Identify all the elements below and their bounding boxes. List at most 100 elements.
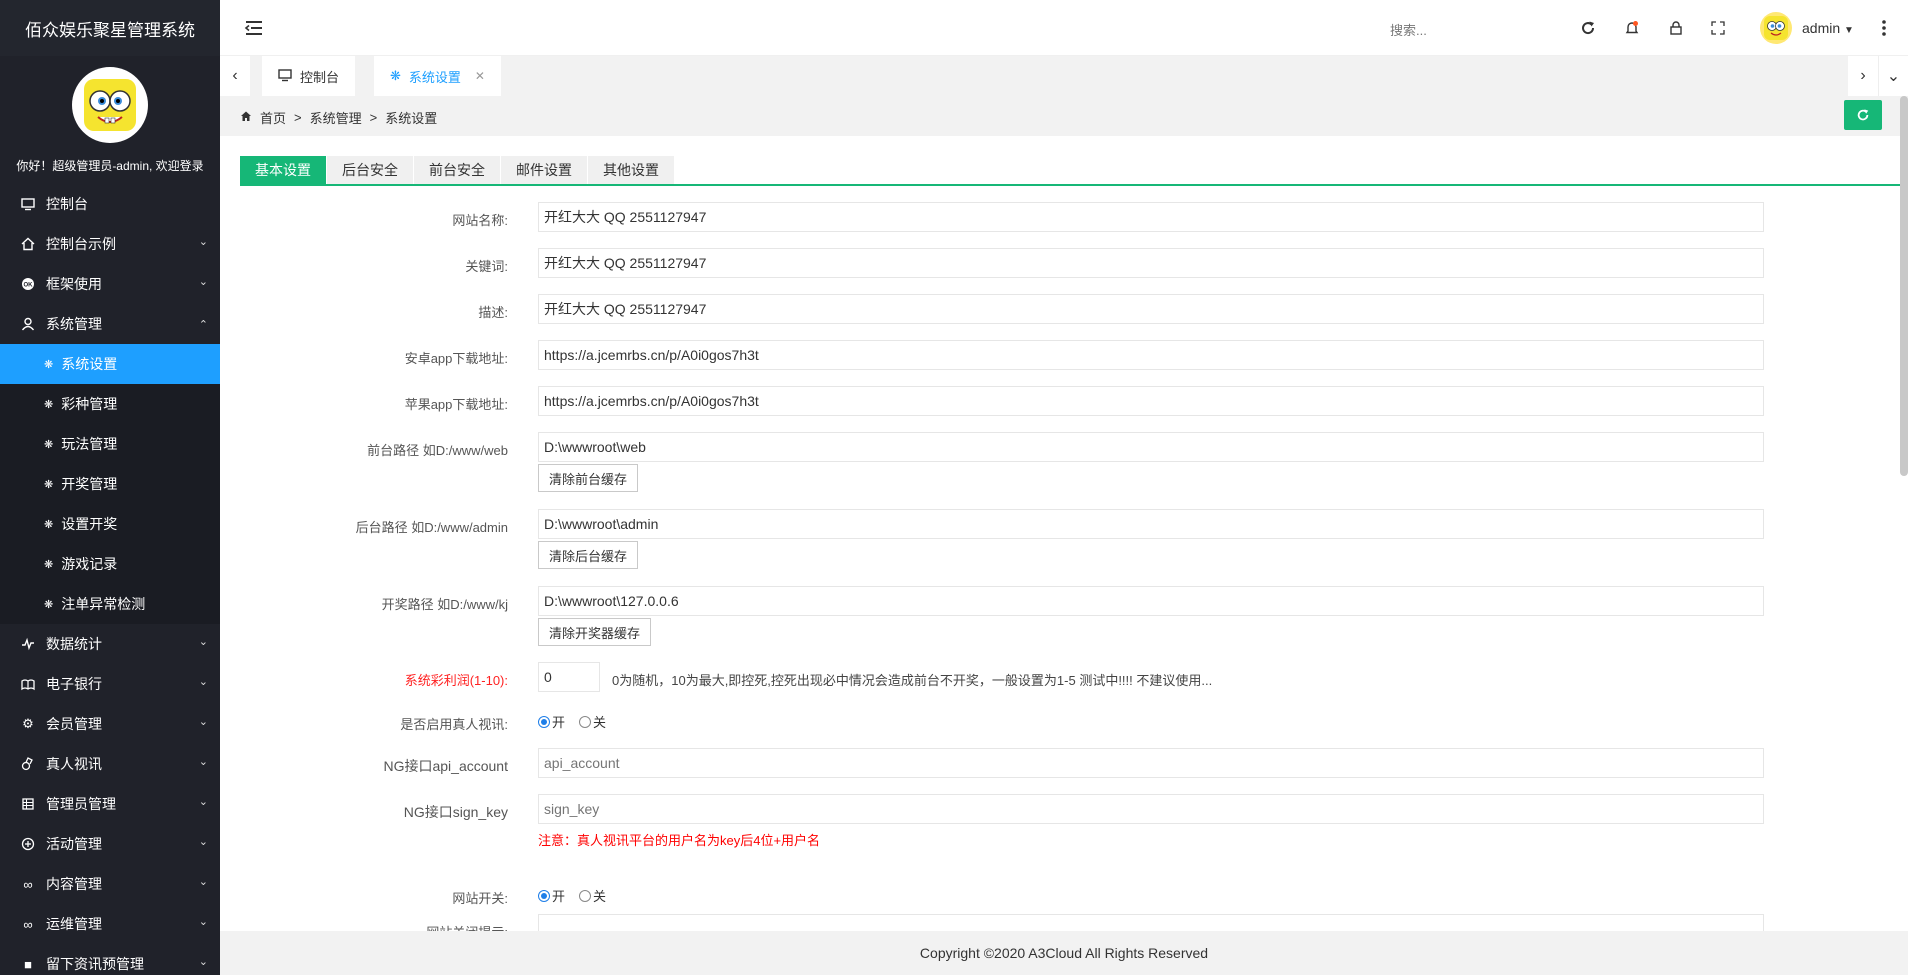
user-panel: 你好！超级管理员-admin, 欢迎登录: [0, 56, 220, 184]
chevron-down-icon: ⌄: [198, 636, 208, 648]
link-icon: ∞: [23, 876, 33, 892]
sidebar-item-content[interactable]: ∞ 内容管理 ⌄: [0, 864, 220, 904]
site-name-field[interactable]: [538, 202, 1764, 232]
close-notice-label: 网站关闭提示:: [240, 922, 508, 931]
android-url-label: 安卓app下载地址:: [404, 351, 508, 366]
avatar[interactable]: [72, 67, 148, 143]
description-field[interactable]: [538, 294, 1764, 324]
box-icon: ■: [24, 956, 32, 972]
live-video-label: 是否启用真人视讯:: [400, 717, 508, 732]
breadcrumb-home[interactable]: 首页: [260, 108, 286, 127]
sidebar-subitem-game-records[interactable]: ❋ 游戏记录: [0, 544, 220, 584]
ng-sign-label: NG接口sign_key: [403, 804, 508, 820]
sidebar-item-dashboard-examples[interactable]: 控制台示例 ⌄: [0, 224, 220, 264]
chevron-left-icon[interactable]: ‹: [220, 56, 250, 96]
live-video-off-radio[interactable]: 关: [579, 712, 606, 731]
more-vertical-icon[interactable]: [1874, 18, 1894, 38]
refresh-icon[interactable]: [1578, 18, 1598, 38]
front-path-label: 前台路径 如D:/www/web: [367, 443, 508, 458]
sidebar-subitem-bet-anomaly[interactable]: ❋ 注单异常检测: [0, 584, 220, 624]
chevron-right-icon[interactable]: ›: [1848, 56, 1878, 96]
sidebar-item-ebank[interactable]: 电子银行 ⌄: [0, 664, 220, 704]
sidebar-item-more[interactable]: ■ 留下资讯预管理 ⌄: [0, 944, 220, 975]
fullscreen-icon[interactable]: [1708, 18, 1728, 38]
sidebar-subitem-play-methods[interactable]: ❋ 玩法管理: [0, 424, 220, 464]
site-switch-off-radio[interactable]: 关: [579, 886, 606, 905]
caret-down-icon: ▼: [1844, 25, 1854, 36]
android-url-field[interactable]: [538, 340, 1764, 370]
profit-field[interactable]: 0: [538, 662, 600, 692]
chevron-down-icon: ⌄: [198, 836, 208, 848]
ios-url-field[interactable]: [538, 386, 1764, 416]
refresh-button[interactable]: [1844, 100, 1882, 130]
close-icon[interactable]: ✕: [475, 69, 485, 83]
chevron-down-icon: ⌄: [198, 676, 208, 688]
tab-dashboard[interactable]: 控制台: [262, 56, 356, 96]
tab-mail-settings[interactable]: 邮件设置: [501, 156, 587, 184]
sidebar-item-admins[interactable]: 管理员管理 ⌄: [0, 784, 220, 824]
sidebar-subitem-draw-management[interactable]: ❋ 开奖管理: [0, 464, 220, 504]
tab-system-settings[interactable]: ❋ 系统设置 ✕: [374, 56, 501, 96]
fan-icon: ❋: [44, 598, 54, 611]
sidebar-item-members[interactable]: ⚙ 会员管理 ⌄: [0, 704, 220, 744]
tab-backend-security[interactable]: 后台安全: [327, 156, 413, 184]
lock-icon[interactable]: [1666, 18, 1686, 38]
menu-toggle-icon[interactable]: [244, 18, 264, 38]
fan-icon: ❋: [44, 478, 54, 491]
search-input[interactable]: 搜索...: [1390, 20, 1427, 39]
sidebar-item-ops[interactable]: ∞ 运维管理 ⌄: [0, 904, 220, 944]
main-content: 基本设置 后台安全 前台安全 邮件设置 其他设置 网站名称: 关键词: 描述: …: [220, 136, 1908, 931]
close-notice-field[interactable]: [538, 914, 1764, 931]
chevron-down-icon[interactable]: ⌄: [1878, 56, 1908, 96]
keywords-field[interactable]: [538, 248, 1764, 278]
live-video-on-radio[interactable]: 开: [538, 712, 565, 731]
site-switch-radio-group: 开 关: [538, 886, 606, 905]
front-path-field[interactable]: [538, 432, 1764, 462]
gear-icon: ⚙: [22, 716, 34, 731]
refresh-icon: [1857, 109, 1869, 121]
sidebar-subitem-system-settings[interactable]: ❋ 系统设置: [0, 344, 220, 384]
sidebar-item-dashboard[interactable]: 控制台: [0, 184, 220, 224]
monitor-icon: [20, 196, 36, 212]
sidebar-item-statistics[interactable]: 数据统计 ⌄: [0, 624, 220, 664]
link-icon: ∞: [23, 916, 33, 932]
tab-other-settings[interactable]: 其他设置: [588, 156, 674, 184]
breadcrumb-separator: >: [294, 110, 302, 125]
chevron-down-icon: ⌄: [198, 716, 208, 728]
clear-lottery-cache-button[interactable]: 清除开奖器缓存: [538, 618, 652, 646]
home-icon: [20, 236, 36, 252]
profit-hint: 0为随机，10为最大,即控死,控死出现必中情况会造成前台不开奖，一般设置为1-5…: [612, 673, 1213, 688]
sidebar-subitem-lottery-types[interactable]: ❋ 彩种管理: [0, 384, 220, 424]
clear-admin-cache-button[interactable]: 清除后台缓存: [538, 541, 639, 569]
sidebar-subitem-set-draw[interactable]: ❋ 设置开奖: [0, 504, 220, 544]
user-menu[interactable]: admin ▼: [1802, 20, 1854, 36]
tab-basic-settings[interactable]: 基本设置: [240, 156, 326, 184]
clear-front-cache-button[interactable]: 清除前台缓存: [538, 464, 639, 492]
monitor-icon: [278, 68, 292, 85]
sidebar-item-system[interactable]: 系统管理 ⌃: [0, 304, 220, 344]
page-scrollbar[interactable]: [1900, 96, 1908, 476]
tab-frontend-security[interactable]: 前台安全: [414, 156, 500, 184]
fan-icon: ❋: [390, 68, 401, 83]
site-switch-on-radio[interactable]: 开: [538, 886, 565, 905]
chevron-up-icon: ⌃: [198, 319, 208, 331]
chevron-down-icon: ⌄: [198, 236, 208, 248]
copyright-text: Copyright ©2020 A3Cloud All Rights Reser…: [919, 945, 1209, 961]
avatar[interactable]: [1760, 12, 1792, 44]
ng-sign-field[interactable]: [538, 794, 1764, 824]
sidebar-item-framework[interactable]: OK 框架使用 ⌄: [0, 264, 220, 304]
chevron-down-icon: ⌄: [198, 956, 208, 968]
lottery-path-field[interactable]: [538, 586, 1764, 616]
admin-path-field[interactable]: [538, 509, 1764, 539]
ios-url-label: 苹果app下载地址:: [404, 397, 508, 412]
breadcrumb-level1[interactable]: 系统管理: [310, 108, 362, 127]
sidebar-item-label: 控制台示例: [46, 236, 116, 252]
spongebob-avatar-icon: [74, 69, 146, 141]
sidebar-item-activities[interactable]: 活动管理 ⌄: [0, 824, 220, 864]
breadcrumb-separator: >: [369, 110, 378, 125]
sidebar-item-live-video[interactable]: 真人视讯 ⌄: [0, 744, 220, 784]
sidebar: 佰众娱乐聚星管理系统 你好！超级管理员-admin, 欢迎登录 控制台 控制台示…: [0, 0, 220, 975]
ng-account-field[interactable]: [538, 748, 1764, 778]
admin-path-label: 后台路径 如D:/www/admin: [355, 520, 508, 535]
bell-icon[interactable]: [1622, 18, 1642, 38]
